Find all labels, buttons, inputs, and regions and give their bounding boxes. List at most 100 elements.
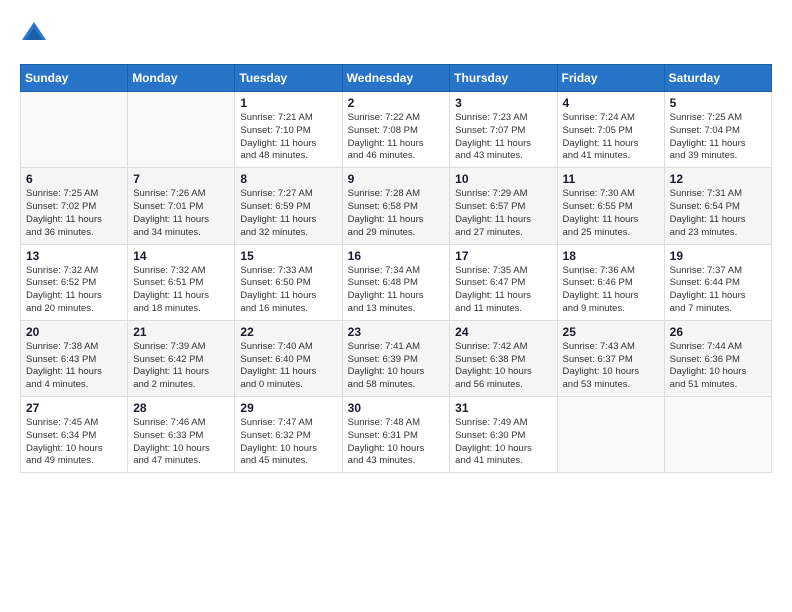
day-number: 15	[240, 249, 336, 263]
header-sunday: Sunday	[21, 65, 128, 92]
day-number: 3	[455, 96, 551, 110]
day-number: 26	[670, 325, 766, 339]
day-info: Sunrise: 7:24 AM Sunset: 7:05 PM Dayligh…	[563, 112, 659, 163]
day-number: 11	[563, 172, 659, 186]
day-number: 27	[26, 401, 122, 415]
day-info: Sunrise: 7:30 AM Sunset: 6:55 PM Dayligh…	[563, 188, 659, 239]
day-info: Sunrise: 7:42 AM Sunset: 6:38 PM Dayligh…	[455, 341, 551, 392]
day-number: 23	[348, 325, 445, 339]
calendar-header-row: SundayMondayTuesdayWednesdayThursdayFrid…	[21, 65, 772, 92]
calendar-cell	[128, 92, 235, 168]
calendar-cell: 16 Sunrise: 7:34 AM Sunset: 6:48 PM Dayli…	[342, 244, 450, 320]
day-info: Sunrise: 7:25 AM Sunset: 7:04 PM Dayligh…	[670, 112, 766, 163]
calendar-cell: 25Sunrise: 7:43 AM Sunset: 6:37 PM Dayli…	[557, 320, 664, 396]
calendar-week-row: 20 Sunrise: 7:38 AM Sunset: 6:43 PM Dayli…	[21, 320, 772, 396]
header-tuesday: Tuesday	[235, 65, 342, 92]
calendar-cell: 10 Sunrise: 7:29 AM Sunset: 6:57 PM Dayli…	[450, 168, 557, 244]
day-info: Sunrise: 7:49 AM Sunset: 6:30 PM Dayligh…	[455, 417, 551, 468]
day-info: Sunrise: 7:36 AM Sunset: 6:46 PM Dayligh…	[563, 265, 659, 316]
day-info: Sunrise: 7:21 AM Sunset: 7:10 PM Dayligh…	[240, 112, 336, 163]
calendar-cell: 3 Sunrise: 7:23 AM Sunset: 7:07 PM Daylig…	[450, 92, 557, 168]
calendar-cell	[557, 397, 664, 473]
calendar-cell: 1 Sunrise: 7:21 AM Sunset: 7:10 PM Daylig…	[235, 92, 342, 168]
day-number: 21	[133, 325, 229, 339]
calendar-cell: 12 Sunrise: 7:31 AM Sunset: 6:54 PM Dayli…	[664, 168, 771, 244]
day-info: Sunrise: 7:40 AM Sunset: 6:40 PM Dayligh…	[240, 341, 336, 392]
calendar-cell: 15 Sunrise: 7:33 AM Sunset: 6:50 PM Dayli…	[235, 244, 342, 320]
calendar-cell: 8Sunrise: 7:27 AM Sunset: 6:59 PM Daylig…	[235, 168, 342, 244]
calendar-cell: 30 Sunrise: 7:48 AM Sunset: 6:31 PM Dayli…	[342, 397, 450, 473]
day-number: 7	[133, 172, 229, 186]
day-info: Sunrise: 7:46 AM Sunset: 6:33 PM Dayligh…	[133, 417, 229, 468]
day-number: 2	[348, 96, 445, 110]
logo-icon	[20, 20, 48, 48]
day-number: 1	[240, 96, 336, 110]
calendar-cell: 20 Sunrise: 7:38 AM Sunset: 6:43 PM Dayli…	[21, 320, 128, 396]
day-info: Sunrise: 7:37 AM Sunset: 6:44 PM Dayligh…	[670, 265, 766, 316]
logo	[20, 20, 52, 48]
header-wednesday: Wednesday	[342, 65, 450, 92]
day-number: 17	[455, 249, 551, 263]
day-number: 28	[133, 401, 229, 415]
day-info: Sunrise: 7:44 AM Sunset: 6:36 PM Dayligh…	[670, 341, 766, 392]
day-info: Sunrise: 7:45 AM Sunset: 6:34 PM Dayligh…	[26, 417, 122, 468]
day-info: Sunrise: 7:29 AM Sunset: 6:57 PM Dayligh…	[455, 188, 551, 239]
day-info: Sunrise: 7:22 AM Sunset: 7:08 PM Dayligh…	[348, 112, 445, 163]
calendar-table: SundayMondayTuesdayWednesdayThursdayFrid…	[20, 64, 772, 473]
calendar-cell: 23 Sunrise: 7:41 AM Sunset: 6:39 PM Dayli…	[342, 320, 450, 396]
day-number: 12	[670, 172, 766, 186]
day-info: Sunrise: 7:34 AM Sunset: 6:48 PM Dayligh…	[348, 265, 445, 316]
day-info: Sunrise: 7:32 AM Sunset: 6:52 PM Dayligh…	[26, 265, 122, 316]
calendar-cell: 27 Sunrise: 7:45 AM Sunset: 6:34 PM Dayli…	[21, 397, 128, 473]
day-info: Sunrise: 7:48 AM Sunset: 6:31 PM Dayligh…	[348, 417, 445, 468]
page-header	[20, 20, 772, 48]
day-info: Sunrise: 7:23 AM Sunset: 7:07 PM Dayligh…	[455, 112, 551, 163]
day-number: 31	[455, 401, 551, 415]
calendar-cell: 26 Sunrise: 7:44 AM Sunset: 6:36 PM Dayli…	[664, 320, 771, 396]
calendar-cell: 7 Sunrise: 7:26 AM Sunset: 7:01 PM Daylig…	[128, 168, 235, 244]
day-number: 18	[563, 249, 659, 263]
calendar-cell	[21, 92, 128, 168]
day-info: Sunrise: 7:33 AM Sunset: 6:50 PM Dayligh…	[240, 265, 336, 316]
day-info: Sunrise: 7:26 AM Sunset: 7:01 PM Dayligh…	[133, 188, 229, 239]
calendar-cell: 4Sunrise: 7:24 AM Sunset: 7:05 PM Daylig…	[557, 92, 664, 168]
header-friday: Friday	[557, 65, 664, 92]
calendar-cell: 11 Sunrise: 7:30 AM Sunset: 6:55 PM Dayli…	[557, 168, 664, 244]
day-number: 24	[455, 325, 551, 339]
day-info: Sunrise: 7:31 AM Sunset: 6:54 PM Dayligh…	[670, 188, 766, 239]
calendar-week-row: 1 Sunrise: 7:21 AM Sunset: 7:10 PM Daylig…	[21, 92, 772, 168]
calendar-cell	[664, 397, 771, 473]
calendar-cell: 17 Sunrise: 7:35 AM Sunset: 6:47 PM Dayli…	[450, 244, 557, 320]
day-number: 9	[348, 172, 445, 186]
calendar-cell: 5 Sunrise: 7:25 AM Sunset: 7:04 PM Daylig…	[664, 92, 771, 168]
day-number: 13	[26, 249, 122, 263]
calendar-week-row: 13 Sunrise: 7:32 AM Sunset: 6:52 PM Dayli…	[21, 244, 772, 320]
calendar-cell: 6Sunrise: 7:25 AM Sunset: 7:02 PM Daylig…	[21, 168, 128, 244]
day-info: Sunrise: 7:35 AM Sunset: 6:47 PM Dayligh…	[455, 265, 551, 316]
calendar-cell: 19Sunrise: 7:37 AM Sunset: 6:44 PM Dayli…	[664, 244, 771, 320]
header-saturday: Saturday	[664, 65, 771, 92]
header-thursday: Thursday	[450, 65, 557, 92]
day-info: Sunrise: 7:38 AM Sunset: 6:43 PM Dayligh…	[26, 341, 122, 392]
day-number: 25	[563, 325, 659, 339]
day-number: 30	[348, 401, 445, 415]
header-monday: Monday	[128, 65, 235, 92]
day-number: 8	[240, 172, 336, 186]
day-info: Sunrise: 7:28 AM Sunset: 6:58 PM Dayligh…	[348, 188, 445, 239]
day-number: 20	[26, 325, 122, 339]
day-number: 14	[133, 249, 229, 263]
calendar-cell: 22 Sunrise: 7:40 AM Sunset: 6:40 PM Dayli…	[235, 320, 342, 396]
calendar-cell: 9 Sunrise: 7:28 AM Sunset: 6:58 PM Daylig…	[342, 168, 450, 244]
calendar-cell: 24 Sunrise: 7:42 AM Sunset: 6:38 PM Dayli…	[450, 320, 557, 396]
calendar-cell: 31 Sunrise: 7:49 AM Sunset: 6:30 PM Dayli…	[450, 397, 557, 473]
day-number: 5	[670, 96, 766, 110]
day-number: 10	[455, 172, 551, 186]
day-number: 22	[240, 325, 336, 339]
day-info: Sunrise: 7:47 AM Sunset: 6:32 PM Dayligh…	[240, 417, 336, 468]
calendar-week-row: 27 Sunrise: 7:45 AM Sunset: 6:34 PM Dayli…	[21, 397, 772, 473]
calendar-cell: 14Sunrise: 7:32 AM Sunset: 6:51 PM Dayli…	[128, 244, 235, 320]
day-number: 16	[348, 249, 445, 263]
day-info: Sunrise: 7:41 AM Sunset: 6:39 PM Dayligh…	[348, 341, 445, 392]
day-info: Sunrise: 7:25 AM Sunset: 7:02 PM Dayligh…	[26, 188, 122, 239]
calendar-cell: 18 Sunrise: 7:36 AM Sunset: 6:46 PM Dayli…	[557, 244, 664, 320]
